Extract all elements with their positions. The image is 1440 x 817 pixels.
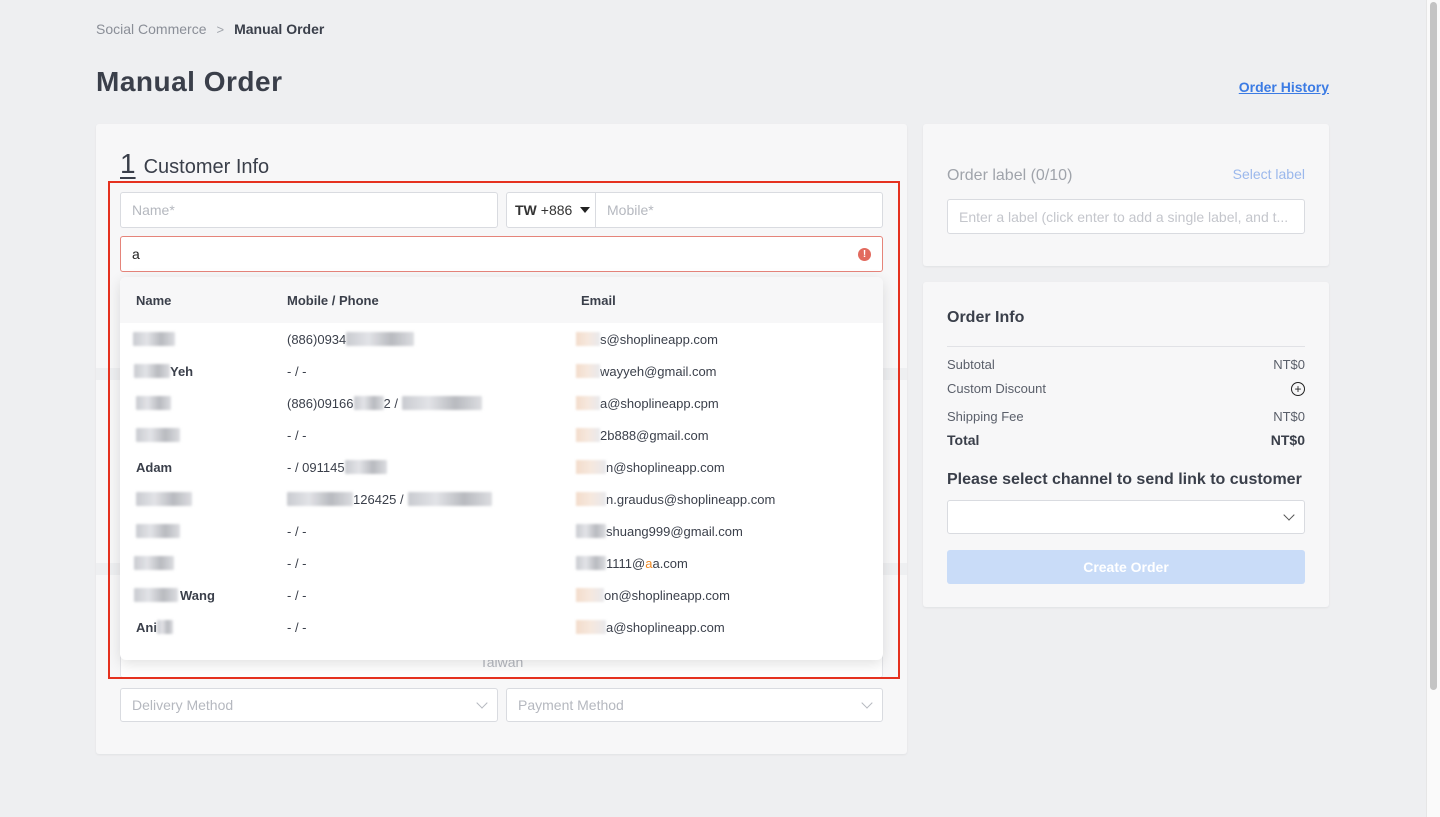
payment-method-select[interactable]: Payment Method — [506, 688, 883, 722]
breadcrumb-current: Manual Order — [234, 21, 325, 37]
subtotal-row: Subtotal NT$0 — [947, 357, 1305, 372]
section-number: 1 — [120, 148, 136, 179]
chevron-down-icon — [1283, 509, 1295, 521]
delivery-placeholder: Delivery Method — [132, 697, 234, 713]
scrollbar-thumb[interactable] — [1430, 2, 1437, 690]
divider — [947, 346, 1305, 347]
chevron-right-icon: > — [216, 21, 225, 37]
breadcrumb-social-commerce[interactable]: Social Commerce — [96, 21, 206, 37]
create-order-button[interactable]: Create Order — [947, 550, 1305, 584]
chevron-down-icon — [861, 697, 873, 709]
order-info-title: Order Info — [947, 309, 1025, 326]
order-label-card — [923, 124, 1329, 266]
breadcrumb: Social Commerce > Manual Order — [96, 21, 324, 37]
order-label-input[interactable]: Enter a label (click enter to add a sing… — [947, 199, 1305, 234]
highlight-annotation — [108, 181, 900, 679]
payment-placeholder: Payment Method — [518, 697, 624, 713]
page-scrollbar[interactable] — [1426, 0, 1440, 817]
add-discount-icon[interactable]: + — [1291, 381, 1305, 396]
shipping-label: Shipping Fee — [947, 409, 1024, 424]
label-input-placeholder: Enter a label (click enter to add a sing… — [959, 208, 1289, 225]
order-label-title: Order label (0/10) — [947, 167, 1073, 184]
section-heading: Customer Info — [143, 156, 270, 178]
channel-select[interactable] — [947, 500, 1305, 534]
order-history-link[interactable]: Order History — [1239, 79, 1329, 95]
delivery-method-select[interactable]: Delivery Method — [120, 688, 498, 722]
select-label-link[interactable]: Select label — [1233, 166, 1305, 182]
total-value: NT$0 — [1270, 432, 1305, 448]
subtotal-label: Subtotal — [947, 357, 995, 372]
custom-discount-label: Custom Discount — [947, 381, 1046, 396]
page-title: Manual Order — [96, 66, 283, 97]
section-title: 1 Customer Info — [120, 148, 269, 180]
shipping-value: NT$0 — [1273, 409, 1305, 424]
channel-title: Please select channel to send link to cu… — [947, 471, 1302, 488]
total-label: Total — [947, 432, 980, 448]
chevron-down-icon — [476, 697, 488, 709]
shipping-row: Shipping Fee NT$0 — [947, 409, 1305, 424]
total-row: Total NT$0 — [947, 432, 1305, 448]
subtotal-value: NT$0 — [1273, 357, 1305, 372]
custom-discount-row: Custom Discount + — [947, 381, 1305, 396]
